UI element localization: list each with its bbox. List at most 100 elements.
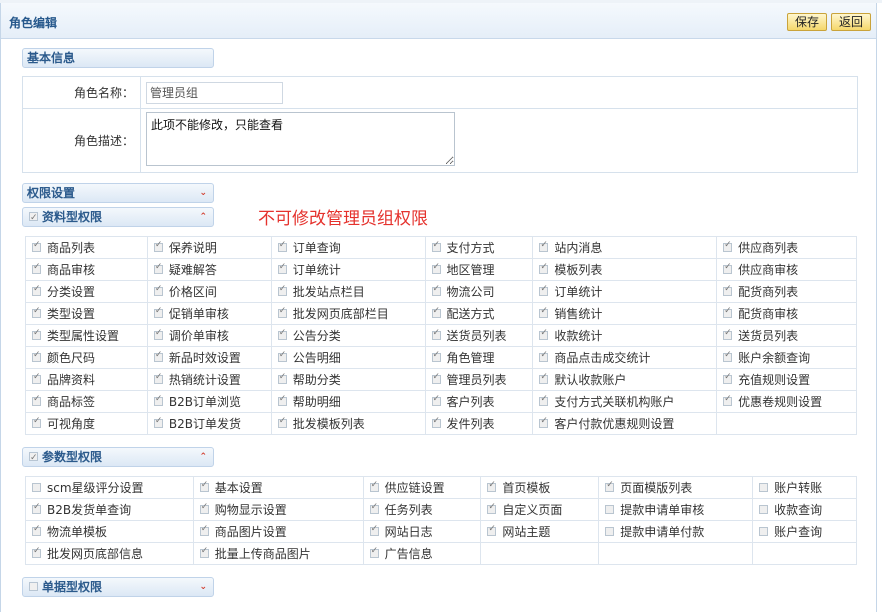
permission-item[interactable]: 网站日志	[362, 520, 482, 543]
role-name-field[interactable]	[146, 81, 283, 104]
permission-item[interactable]: 配货商审核	[716, 302, 857, 325]
permission-checkbox[interactable]	[32, 284, 41, 296]
permission-checkbox[interactable]	[277, 240, 287, 252]
permission-item[interactable]: 配货商列表	[716, 280, 857, 303]
permission-checkbox[interactable]	[605, 505, 615, 514]
permission-checkbox[interactable]	[723, 394, 733, 406]
permission-checkbox[interactable]	[759, 505, 769, 514]
permission-item[interactable]: 账户余额查询	[716, 346, 857, 369]
permission-checkbox[interactable]	[723, 284, 733, 296]
permission-item[interactable]: 新品时效设置	[146, 346, 272, 369]
group-bill-checkbox[interactable]	[29, 582, 38, 591]
permission-checkbox[interactable]	[369, 524, 379, 536]
permission-item[interactable]: 客户付款优惠规则设置	[532, 412, 718, 435]
permission-checkbox[interactable]	[539, 328, 549, 340]
permission-checkbox[interactable]	[605, 527, 615, 536]
permission-item[interactable]: 供应商列表	[716, 236, 857, 259]
permission-item[interactable]: 订单查询	[270, 236, 426, 259]
permission-checkbox[interactable]	[32, 240, 41, 252]
permission-item[interactable]: 公告分类	[270, 324, 426, 347]
permission-checkbox[interactable]	[153, 284, 163, 296]
permission-checkbox[interactable]	[431, 240, 441, 252]
permission-item[interactable]: 角色管理	[424, 346, 534, 369]
permission-item[interactable]: 商品审核	[25, 258, 148, 281]
permission-item[interactable]: 送货员列表	[716, 324, 857, 347]
permission-checkbox[interactable]	[153, 350, 163, 362]
permission-item[interactable]: 批发站点栏目	[270, 280, 426, 303]
permission-item[interactable]: 站内消息	[532, 236, 718, 259]
permission-checkbox[interactable]	[431, 328, 441, 340]
permission-checkbox[interactable]	[153, 416, 163, 428]
permission-checkbox[interactable]	[431, 306, 441, 318]
group-data-checkbox[interactable]	[29, 209, 38, 227]
permission-checkbox[interactable]	[153, 372, 163, 384]
permission-item[interactable]: 商品列表	[25, 236, 148, 259]
permission-item[interactable]: 账户查询	[752, 520, 857, 543]
permission-checkbox[interactable]	[539, 306, 549, 318]
permission-item[interactable]: 订单统计	[532, 280, 718, 303]
permission-checkbox[interactable]	[723, 328, 733, 340]
permission-item[interactable]: 支付方式关联机构账户	[532, 390, 718, 413]
permission-item[interactable]: 收款查询	[752, 498, 857, 521]
permission-checkbox[interactable]	[723, 350, 733, 362]
back-button[interactable]: 返回	[831, 13, 871, 31]
permission-checkbox[interactable]	[431, 262, 441, 274]
permission-item[interactable]: 充值规则设置	[716, 368, 857, 391]
group-param-checkbox[interactable]	[29, 449, 38, 467]
permission-checkbox[interactable]	[153, 328, 163, 340]
role-desc-field[interactable]: 此项不能修改，只能查看	[146, 112, 455, 166]
permission-checkbox[interactable]	[277, 284, 287, 296]
permission-checkbox[interactable]	[277, 262, 287, 274]
permission-item[interactable]: 热销统计设置	[146, 368, 272, 391]
permission-checkbox[interactable]	[32, 350, 41, 362]
permission-checkbox[interactable]	[723, 240, 733, 252]
permission-checkbox[interactable]	[277, 328, 287, 340]
permission-checkbox[interactable]	[153, 240, 163, 252]
permission-checkbox[interactable]	[32, 372, 41, 384]
permission-checkbox[interactable]	[32, 546, 41, 558]
permission-item[interactable]: 保养说明	[146, 236, 272, 259]
permission-item[interactable]: 提款申请单审核	[598, 498, 754, 521]
permission-checkbox[interactable]	[32, 416, 41, 428]
permission-item[interactable]: 价格区间	[146, 280, 272, 303]
permission-checkbox[interactable]	[723, 306, 733, 318]
permission-item[interactable]: 批发网页底部栏目	[270, 302, 426, 325]
permission-checkbox[interactable]	[277, 416, 287, 428]
permission-checkbox[interactable]	[539, 394, 549, 406]
permission-item[interactable]: 客户列表	[424, 390, 534, 413]
group-data-permissions[interactable]: 资料型权限 ⌃	[22, 207, 214, 227]
permission-checkbox[interactable]	[759, 527, 769, 536]
permission-checkbox[interactable]	[32, 262, 41, 274]
permission-item[interactable]: 网站主题	[480, 520, 600, 543]
permission-checkbox[interactable]	[487, 502, 497, 514]
save-button[interactable]: 保存	[787, 13, 827, 31]
permission-item[interactable]: B2B订单发货	[146, 412, 272, 435]
chevron-up-icon[interactable]: ⌃	[199, 448, 207, 466]
permission-checkbox[interactable]	[277, 306, 287, 318]
permission-checkbox[interactable]	[199, 524, 209, 536]
permission-checkbox[interactable]	[32, 524, 41, 536]
permission-item[interactable]: 帮助分类	[270, 368, 426, 391]
permission-item[interactable]: 促销单审核	[146, 302, 272, 325]
permission-item[interactable]: 供应商审核	[716, 258, 857, 281]
permission-checkbox[interactable]	[605, 480, 615, 492]
permission-item[interactable]: 商品图片设置	[192, 520, 364, 543]
permission-item[interactable]: 地区管理	[424, 258, 534, 281]
permission-checkbox[interactable]	[759, 483, 769, 492]
permission-checkbox[interactable]	[199, 502, 209, 514]
permission-checkbox[interactable]	[153, 262, 163, 274]
permission-checkbox[interactable]	[32, 502, 41, 514]
permission-checkbox[interactable]	[539, 240, 549, 252]
permission-item[interactable]: 分类设置	[25, 280, 148, 303]
permission-item[interactable]: 商品点击成交统计	[532, 346, 718, 369]
permission-item[interactable]: 物流公司	[424, 280, 534, 303]
permission-item[interactable]: 提款申请单付款	[598, 520, 754, 543]
permission-item[interactable]: 购物显示设置	[192, 498, 364, 521]
permission-item[interactable]: 支付方式	[424, 236, 534, 259]
permission-checkbox[interactable]	[539, 416, 549, 428]
permission-checkbox[interactable]	[199, 546, 209, 558]
permission-checkbox[interactable]	[369, 546, 379, 558]
permission-item[interactable]: 公告明细	[270, 346, 426, 369]
permission-checkbox[interactable]	[153, 394, 163, 406]
permission-checkbox[interactable]	[369, 480, 379, 492]
